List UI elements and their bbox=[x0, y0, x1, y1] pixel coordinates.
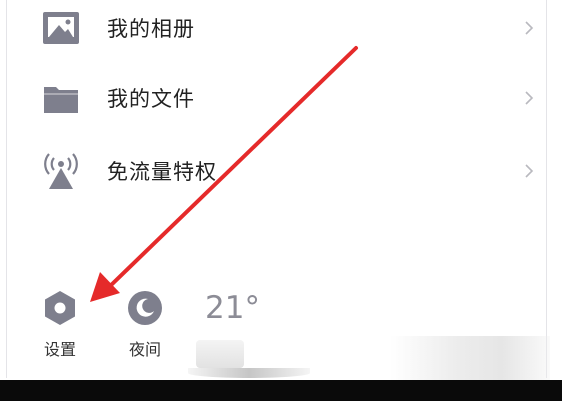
menu-item-label: 免流量特权 bbox=[107, 160, 217, 184]
chevron-right-icon bbox=[525, 91, 534, 105]
blurred-bar bbox=[188, 368, 310, 378]
chevron-right-icon bbox=[525, 164, 534, 178]
settings-label: 设置 bbox=[43, 340, 76, 359]
menu-item-my-album[interactable]: 我的相册 bbox=[7, 0, 546, 56]
menu-item-data-free[interactable]: 免流量特权 bbox=[7, 143, 546, 199]
menu-item-my-files[interactable]: 我的文件 bbox=[7, 70, 546, 126]
folder-icon bbox=[44, 87, 78, 113]
chevron-right-icon bbox=[525, 21, 534, 35]
photo-album-icon bbox=[43, 12, 79, 44]
settings-button[interactable]: 设置 bbox=[30, 288, 90, 368]
menu-item-label: 我的相册 bbox=[107, 17, 195, 41]
night-mode-button[interactable]: 夜间 bbox=[115, 288, 175, 368]
menu-item-label: 我的文件 bbox=[107, 87, 195, 111]
blurred-region bbox=[196, 340, 244, 368]
night-mode-label: 夜间 bbox=[128, 340, 161, 359]
settings-hexagon-icon bbox=[45, 291, 75, 325]
weather-temperature: 21° bbox=[205, 290, 260, 326]
crescent-moon-icon bbox=[128, 291, 162, 325]
broadcast-antenna-icon bbox=[44, 153, 78, 189]
watermark-region bbox=[390, 336, 550, 380]
bottom-black-bar bbox=[0, 380, 562, 401]
